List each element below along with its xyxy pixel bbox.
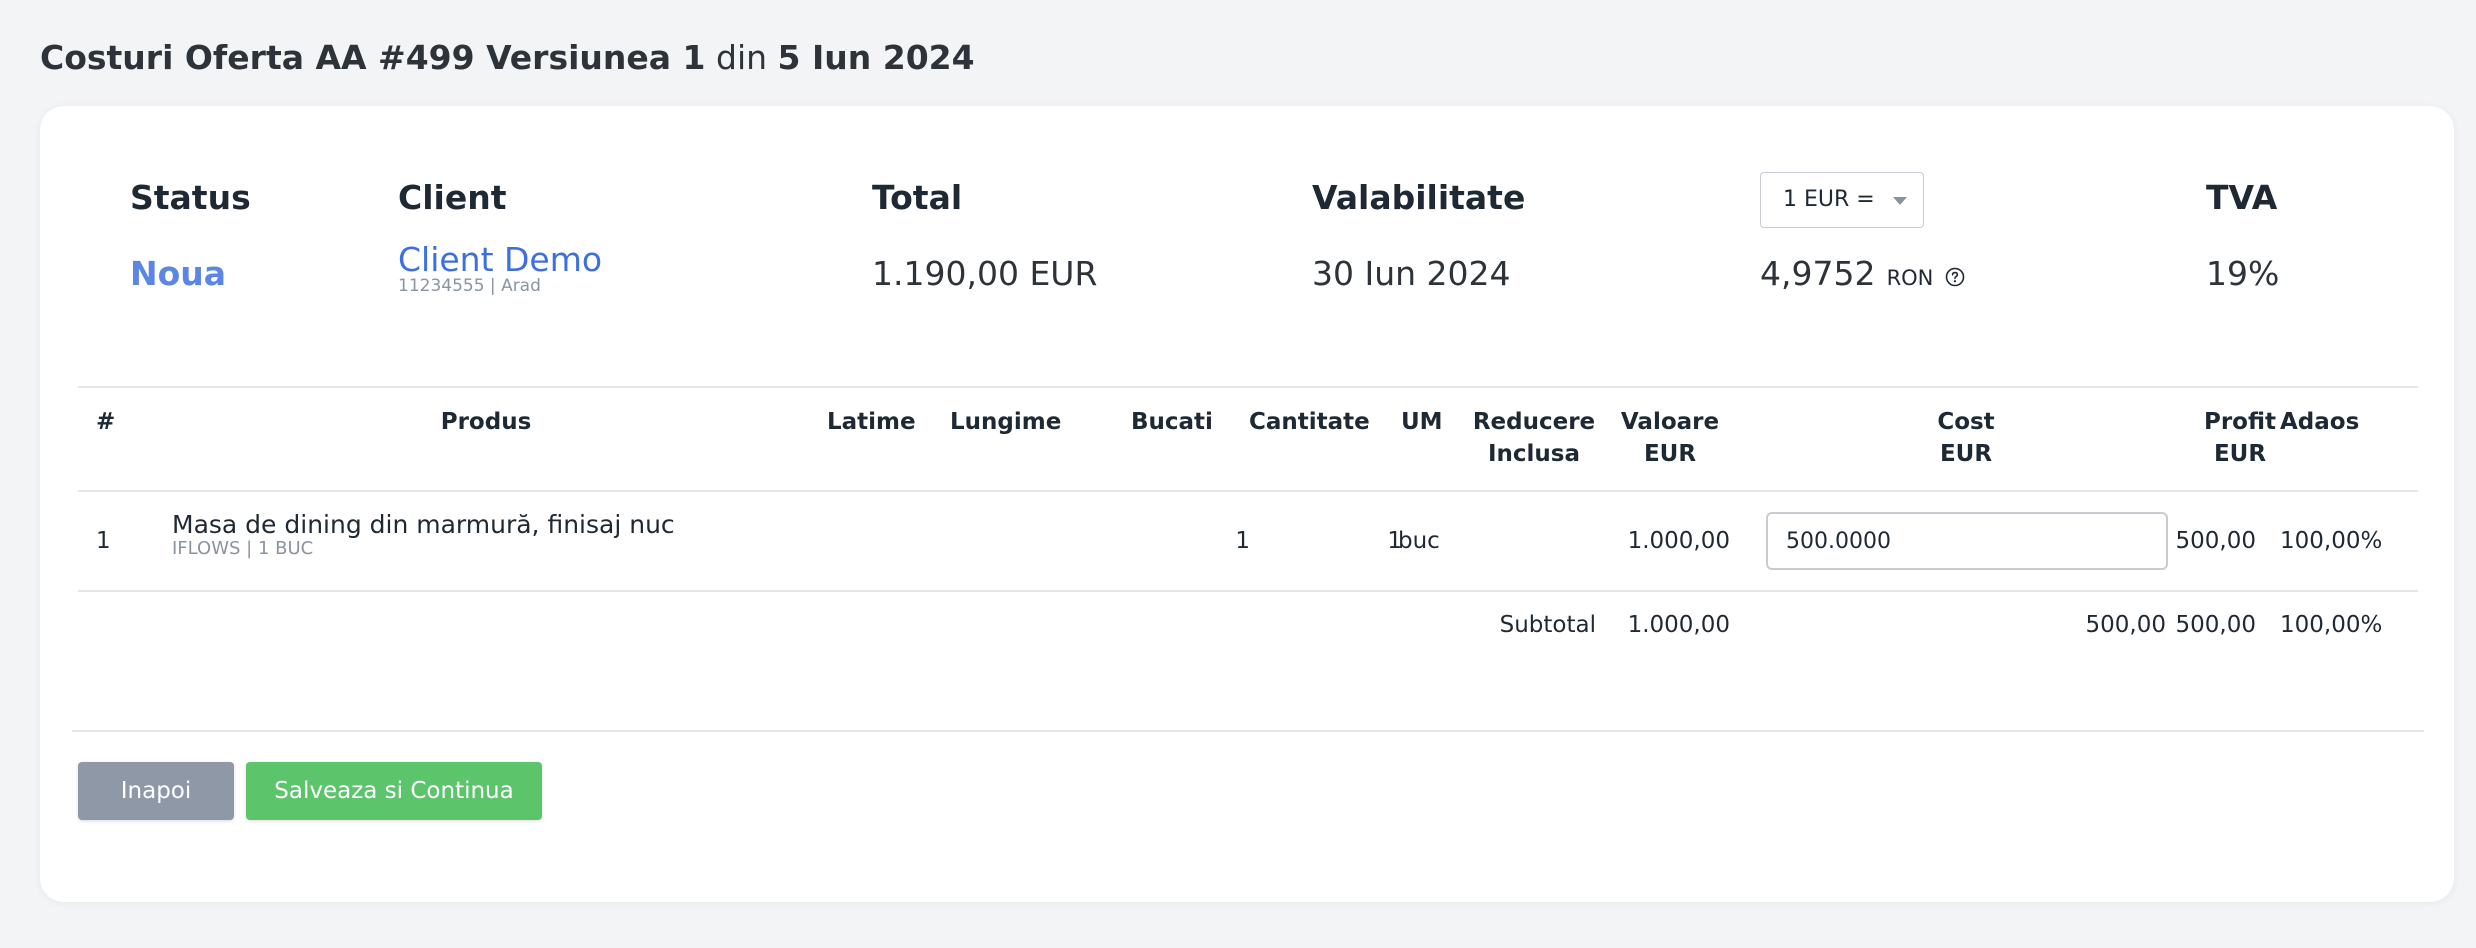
col-header-discount-line2: Inclusa xyxy=(1487,441,1581,467)
subtotal-markup: 100,00% xyxy=(2280,612,2383,638)
col-header-length: Lungime xyxy=(950,409,1062,435)
footer-divider xyxy=(72,730,2424,732)
row-number: 1 xyxy=(96,528,111,554)
client-meta: 11234555 | Arad xyxy=(398,276,541,296)
subtotal-value: 1.000,00 xyxy=(1627,612,1730,638)
row-value: 1.000,00 xyxy=(1627,528,1730,554)
page-title-main: Costuri Oferta AA #499 Versiunea 1 xyxy=(40,38,706,77)
client-link[interactable]: Client Demo xyxy=(398,240,602,279)
status-value: Noua xyxy=(130,254,227,293)
subtotal-profit: 500,00 xyxy=(2175,612,2256,638)
col-header-cost: Cost EUR xyxy=(1906,406,2026,470)
col-header-value-line1: Valoare xyxy=(1620,409,1720,435)
col-header-cost-line2: EUR xyxy=(1939,441,1993,467)
row-markup: 100,00% xyxy=(2280,528,2383,554)
page-title-date: 5 Iun 2024 xyxy=(777,38,975,77)
table-header-divider xyxy=(78,490,2418,492)
exchange-rate: 4,9752 RON xyxy=(1760,254,1965,293)
subtotal-cost: 500,00 xyxy=(2085,612,2166,638)
client-label: Client xyxy=(398,178,507,217)
col-header-cost-line1: Cost xyxy=(1937,409,1995,435)
col-header-discount-line1: Reducere xyxy=(1472,409,1596,435)
table-top-divider xyxy=(78,386,2418,388)
col-header-width: Latime xyxy=(827,409,916,435)
exchange-rate-value: 4,9752 xyxy=(1760,254,1876,293)
costs-card: Status Noua Client Client Demo 11234555 … xyxy=(40,106,2454,902)
page-title: Costuri Oferta AA #499 Versiunea 1 din 5… xyxy=(40,38,975,77)
cost-input[interactable] xyxy=(1766,512,2168,570)
save-continue-button[interactable]: Salveaza si Continua xyxy=(246,762,542,820)
total-label: Total xyxy=(872,178,963,217)
chevron-down-icon xyxy=(1893,197,1907,205)
page-title-connector: din xyxy=(716,38,768,77)
currency-select[interactable]: 1 EUR = xyxy=(1760,172,1924,228)
validity-label: Valabilitate xyxy=(1312,178,1526,217)
col-header-profit-line2: EUR xyxy=(2213,441,2267,467)
help-icon[interactable] xyxy=(1945,267,1965,287)
col-header-number: # xyxy=(96,409,116,435)
status-label: Status xyxy=(130,178,251,217)
col-header-discount: Reducere Inclusa xyxy=(1466,406,1602,470)
back-button[interactable]: Inapoi xyxy=(78,762,234,820)
row-quantity: 1 xyxy=(1387,528,1402,554)
table-row-divider xyxy=(78,590,2418,592)
row-um: buc xyxy=(1398,528,1440,554)
subtotal-label: Subtotal xyxy=(1499,612,1596,638)
col-header-profit-line1: Profit xyxy=(2203,409,2277,435)
col-header-value: Valoare EUR xyxy=(1610,406,1730,470)
total-value: 1.190,00 EUR xyxy=(872,254,1098,293)
col-header-value-line2: EUR xyxy=(1643,441,1697,467)
col-header-product: Produs xyxy=(440,409,532,435)
row-pieces: 1 xyxy=(1235,528,1250,554)
product-name: Masa de dining din marmură, finisaj nuc xyxy=(172,510,675,539)
col-header-markup: Adaos xyxy=(2280,409,2360,435)
vat-label: TVA xyxy=(2206,178,2278,217)
col-header-um: UM xyxy=(1401,409,1443,435)
currency-select-value: 1 EUR = xyxy=(1783,187,1875,212)
col-header-quantity: Cantitate xyxy=(1249,409,1370,435)
exchange-rate-unit: RON xyxy=(1886,266,1934,290)
validity-value: 30 Iun 2024 xyxy=(1312,254,1511,293)
vat-value: 19% xyxy=(2206,254,2280,293)
product-meta: IFLOWS | 1 BUC xyxy=(172,538,314,559)
row-profit: 500,00 xyxy=(2175,528,2256,554)
col-header-pieces: Bucati xyxy=(1131,409,1213,435)
col-header-profit: Profit EUR xyxy=(2190,406,2290,470)
